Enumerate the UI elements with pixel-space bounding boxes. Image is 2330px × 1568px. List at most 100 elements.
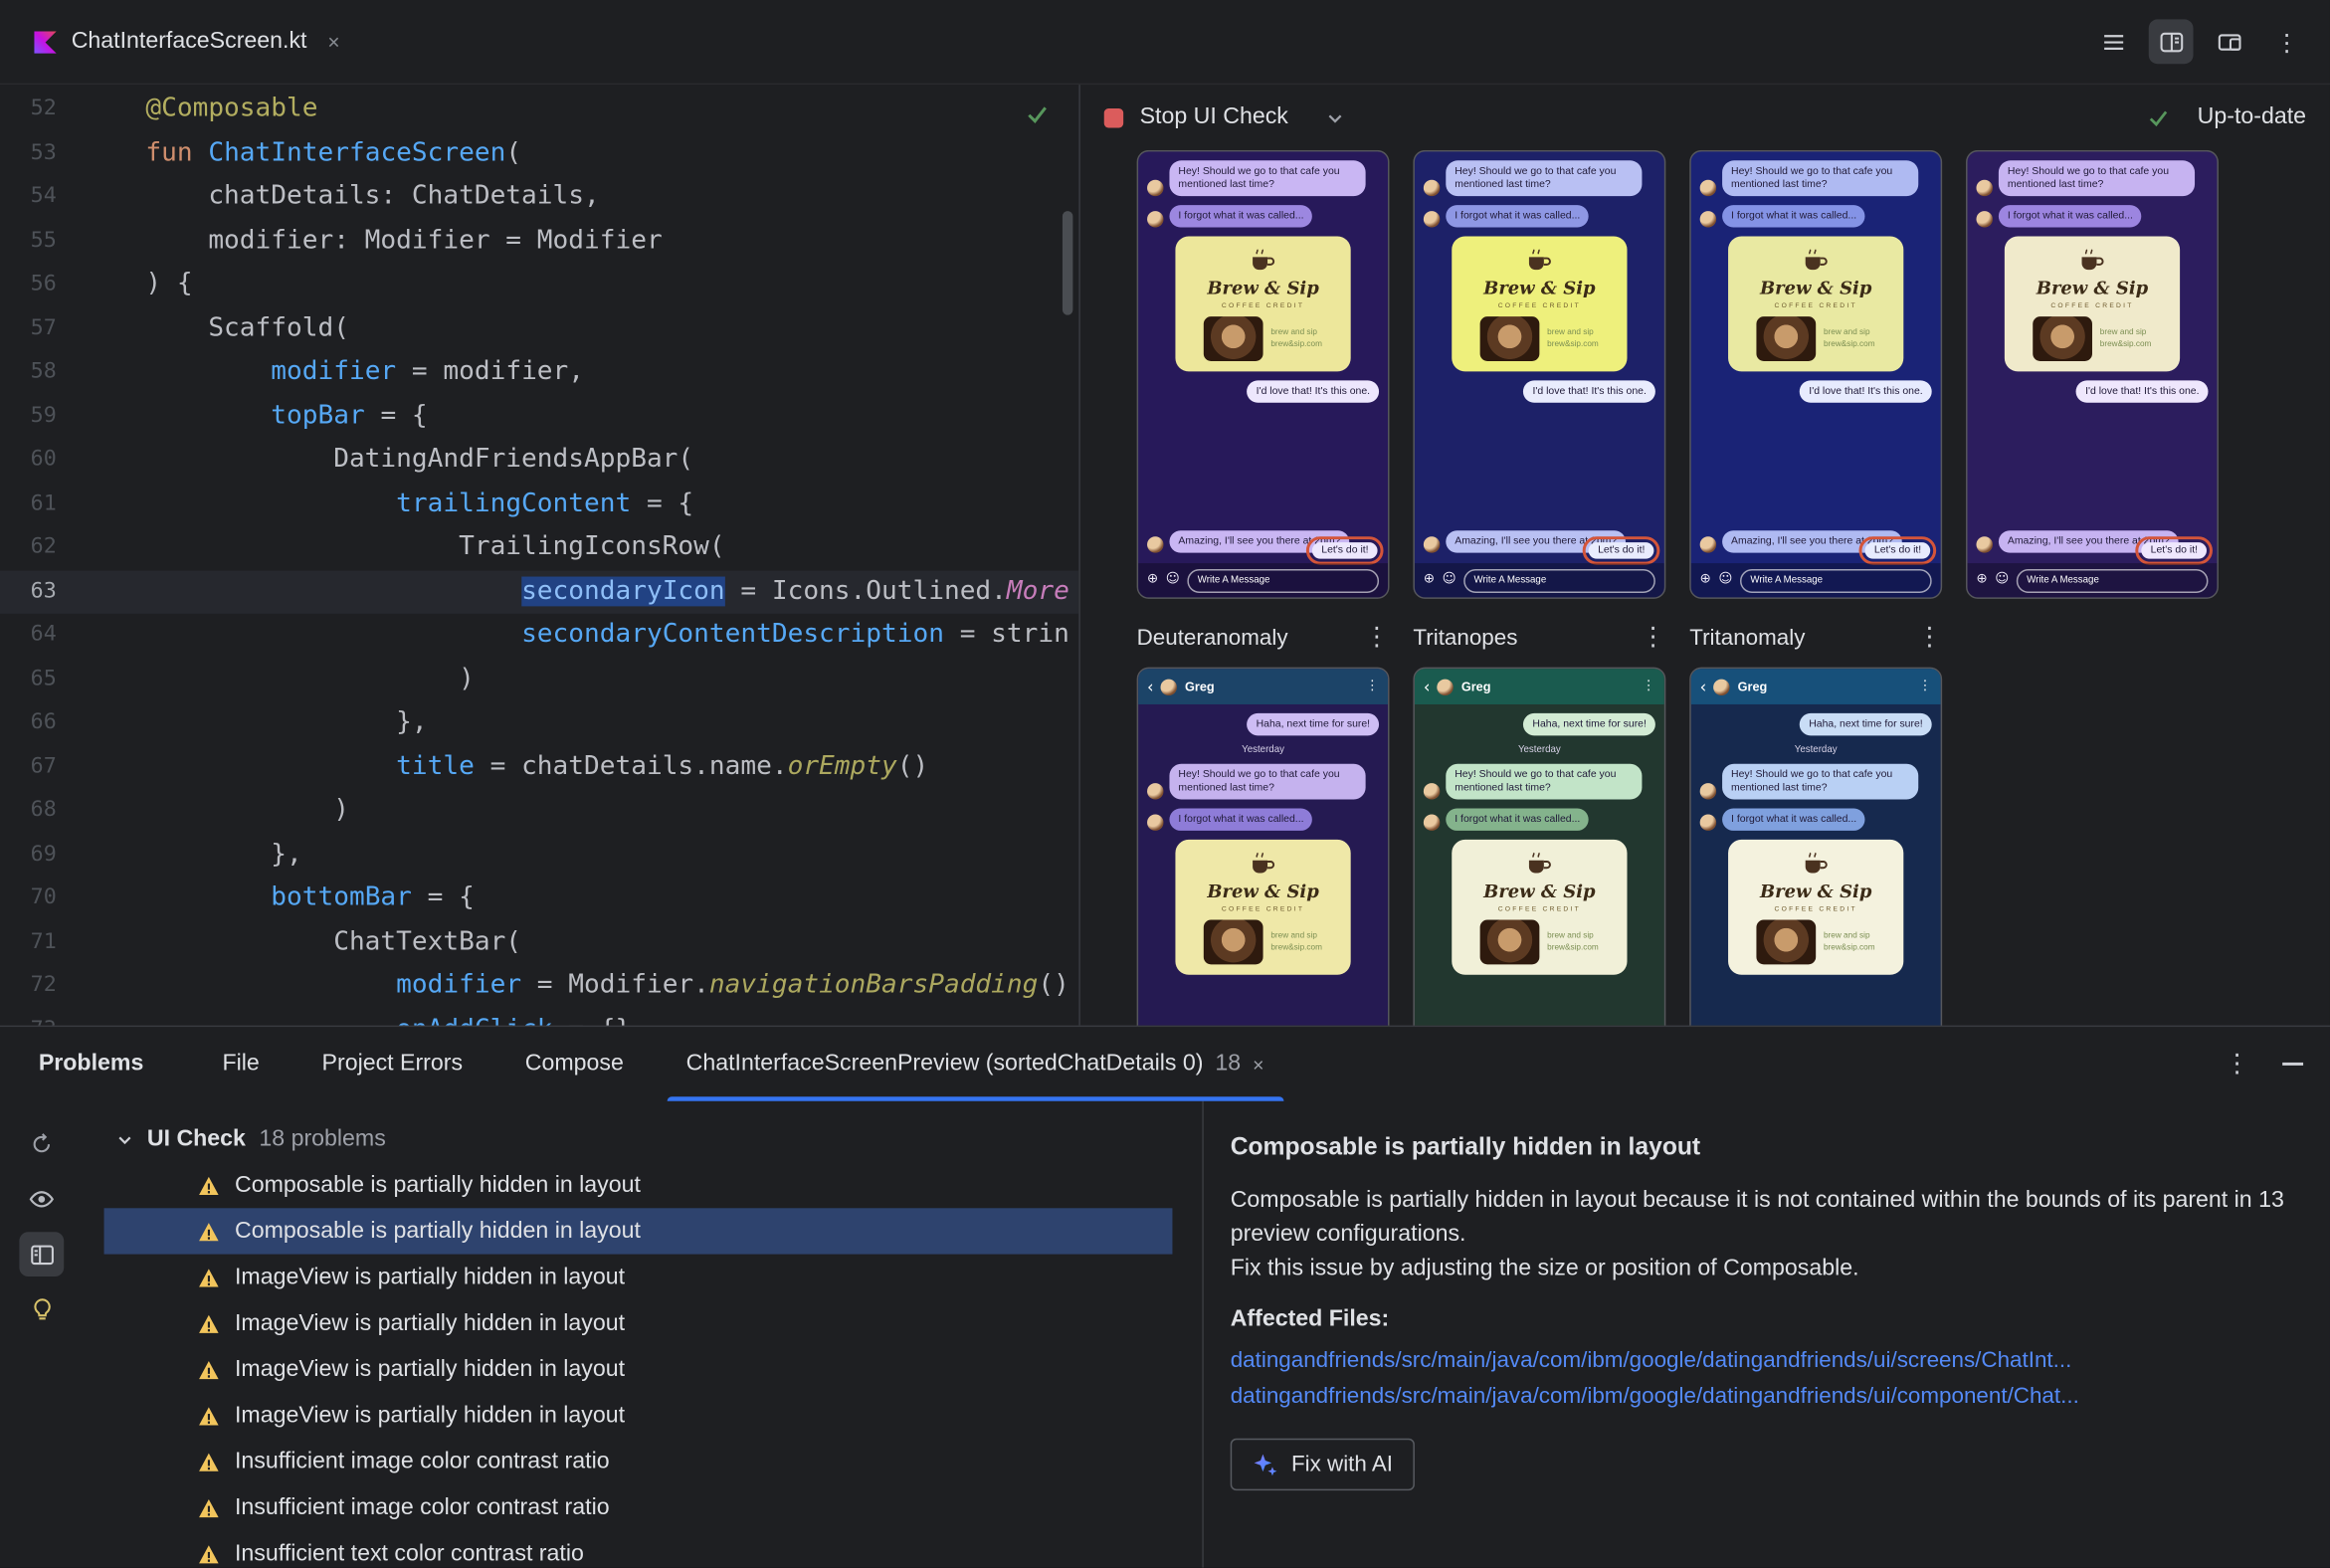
kebab-menu-icon[interactable]: ⋮: [1642, 680, 1654, 694]
code-line[interactable]: 64 secondaryContentDescription = strin: [0, 614, 1078, 658]
message-input[interactable]: Write A Message: [2016, 568, 2209, 593]
line-number[interactable]: 55: [0, 219, 84, 263]
code-line[interactable]: 61 trailingContent = {: [0, 483, 1078, 526]
back-icon[interactable]: ‹: [1424, 679, 1431, 694]
code-line[interactable]: 58 modifier = modifier,: [0, 350, 1078, 394]
back-icon[interactable]: ‹: [1147, 679, 1154, 694]
line-number[interactable]: 62: [0, 526, 84, 570]
phone-preview[interactable]: ‹ Greg ⋮ Haha, next time for sure! Yesterday…: [1689, 667, 1943, 1026]
emoji-icon[interactable]: ☺: [1718, 573, 1732, 587]
line-number[interactable]: 69: [0, 833, 84, 877]
message-input-bar[interactable]: ⊕ ☺ Write A Message: [1138, 563, 1389, 598]
emoji-icon[interactable]: ☺: [1995, 573, 2009, 587]
line-number[interactable]: 70: [0, 877, 84, 920]
phone-preview[interactable]: Hey! Should we go to that cafe you menti…: [1966, 149, 2219, 599]
code-line[interactable]: 54 chatDetails: ChatDetails,: [0, 175, 1078, 219]
code-editor[interactable]: 52 @Composable 53 fun ChatInterfaceScreen(5…: [0, 85, 1080, 1026]
line-number[interactable]: 58: [0, 350, 84, 394]
code-line[interactable]: 56) {: [0, 263, 1078, 306]
code-line[interactable]: 53 fun ChatInterfaceScreen(: [0, 131, 1078, 175]
code-line[interactable]: 62 TrailingIconsRow(: [0, 526, 1078, 570]
structure-lines-icon[interactable]: [2090, 19, 2135, 64]
line-number[interactable]: 68: [0, 789, 84, 833]
details-view-icon[interactable]: [19, 1232, 65, 1277]
layout-validation-icon[interactable]: [2207, 19, 2251, 64]
line-number[interactable]: 72: [0, 964, 84, 1008]
preview-eye-icon[interactable]: [19, 1177, 64, 1222]
tab-preview-active[interactable]: ChatInterfaceScreenPreview (sortedChatDe…: [655, 1027, 1295, 1101]
message-input-bar[interactable]: ⊕ ☺ Write A Message: [1414, 563, 1664, 598]
line-number[interactable]: 61: [0, 483, 84, 526]
code-line[interactable]: 73 onAddClick = {}: [0, 1008, 1078, 1025]
fix-with-ai-button[interactable]: Fix with AI: [1230, 1438, 1416, 1491]
minimize-icon[interactable]: [2282, 1062, 2304, 1066]
code-line[interactable]: 60 DatingAndFriendsAppBar(: [0, 439, 1078, 483]
add-icon[interactable]: ⊕: [1424, 573, 1435, 587]
ui-check-group[interactable]: UI Check 18 problems: [84, 1116, 1203, 1162]
code-line[interactable]: 52 @Composable: [0, 88, 1078, 131]
problems-title[interactable]: Problems: [27, 1051, 155, 1078]
message-input-bar[interactable]: ⊕ ☺ Write A Message: [1967, 563, 2218, 598]
line-number[interactable]: 67: [0, 745, 84, 789]
line-number[interactable]: 60: [0, 439, 84, 483]
line-number[interactable]: 54: [0, 175, 84, 219]
refresh-icon[interactable]: [19, 1122, 64, 1167]
code-line[interactable]: 68 ): [0, 789, 1078, 833]
more-options-icon[interactable]: ⋮: [2264, 19, 2309, 64]
line-number[interactable]: 71: [0, 920, 84, 964]
problem-item[interactable]: Insufficient image color contrast ratio: [104, 1484, 1173, 1530]
problem-item[interactable]: ImageView is partially hidden in layout: [104, 1300, 1173, 1346]
message-input[interactable]: Write A Message: [1463, 568, 1655, 593]
line-number[interactable]: 66: [0, 701, 84, 745]
back-icon[interactable]: ‹: [1700, 679, 1707, 694]
code-line[interactable]: 72 modifier = Modifier.navigationBarsPad…: [0, 964, 1078, 1008]
emoji-icon[interactable]: ☺: [1443, 573, 1456, 587]
code-line[interactable]: 57 Scaffold(: [0, 306, 1078, 350]
add-icon[interactable]: ⊕: [1147, 573, 1158, 587]
chevron-down-icon[interactable]: [1325, 107, 1344, 126]
problem-item[interactable]: Composable is partially hidden in layout: [103, 1208, 1173, 1255]
line-number[interactable]: 57: [0, 306, 84, 350]
stop-icon[interactable]: [1103, 107, 1124, 127]
line-number[interactable]: 63: [0, 570, 84, 614]
problem-item[interactable]: Insufficient text color contrast ratio: [104, 1530, 1173, 1567]
code-line[interactable]: 65 ): [0, 658, 1078, 701]
kebab-menu-icon[interactable]: ⋮: [1918, 680, 1931, 694]
phone-preview[interactable]: ‹ Greg ⋮ Haha, next time for sure! Yesterday…: [1413, 667, 1666, 1026]
line-number[interactable]: 73: [0, 1008, 84, 1025]
problem-item[interactable]: Composable is partially hidden in layout: [104, 1162, 1173, 1208]
add-icon[interactable]: ⊕: [1976, 573, 1987, 587]
kebab-menu-icon[interactable]: ⋮: [1641, 623, 1665, 653]
problem-item[interactable]: ImageView is partially hidden in layout: [104, 1393, 1173, 1439]
line-number[interactable]: 59: [0, 395, 84, 439]
code-line[interactable]: 59 topBar = {: [0, 395, 1078, 439]
kebab-menu-icon[interactable]: ⋮: [1366, 680, 1379, 694]
stop-ui-check-button[interactable]: Stop UI Check: [1140, 104, 1288, 131]
quickfix-bulb-icon[interactable]: [19, 1286, 64, 1331]
affected-file-link[interactable]: datingandfriends/src/main/java/com/ibm/g…: [1231, 1378, 2294, 1413]
inspections-ok-icon[interactable]: [1026, 102, 1050, 132]
code-line[interactable]: 71 ChatTextBar(: [0, 920, 1078, 964]
tab-compose[interactable]: Compose: [493, 1027, 655, 1101]
line-number[interactable]: 65: [0, 658, 84, 701]
code-line[interactable]: 66 },: [0, 701, 1078, 745]
phone-preview[interactable]: Hey! Should we go to that cafe you menti…: [1413, 149, 1666, 599]
code-line[interactable]: 63 secondaryIcon = Icons.Outlined.More: [0, 569, 1079, 614]
phone-preview[interactable]: Hey! Should we go to that cafe you menti…: [1136, 149, 1390, 599]
code-line[interactable]: 55 modifier: Modifier = Modifier: [0, 219, 1078, 263]
line-number[interactable]: 53: [0, 131, 84, 175]
line-number[interactable]: 52: [0, 88, 84, 131]
problem-item[interactable]: ImageView is partially hidden in layout: [104, 1255, 1173, 1300]
tab-file[interactable]: File: [191, 1027, 291, 1101]
line-number[interactable]: 64: [0, 614, 84, 658]
message-input-bar[interactable]: ⊕ ☺ Write A Message: [1690, 563, 1941, 598]
add-icon[interactable]: ⊕: [1700, 573, 1711, 587]
line-number[interactable]: 56: [0, 263, 84, 306]
affected-file-link[interactable]: datingandfriends/src/main/java/com/ibm/g…: [1231, 1343, 2294, 1378]
close-tab-icon[interactable]: ×: [1253, 1053, 1263, 1075]
message-input[interactable]: Write A Message: [1187, 568, 1380, 593]
chevron-down-icon[interactable]: [116, 1130, 134, 1148]
phone-preview[interactable]: ‹ Greg ⋮ Haha, next time for sure! Yesterday…: [1136, 667, 1390, 1026]
phone-preview[interactable]: Hey! Should we go to that cafe you menti…: [1689, 149, 1943, 599]
problem-item[interactable]: ImageView is partially hidden in layout: [104, 1346, 1173, 1392]
